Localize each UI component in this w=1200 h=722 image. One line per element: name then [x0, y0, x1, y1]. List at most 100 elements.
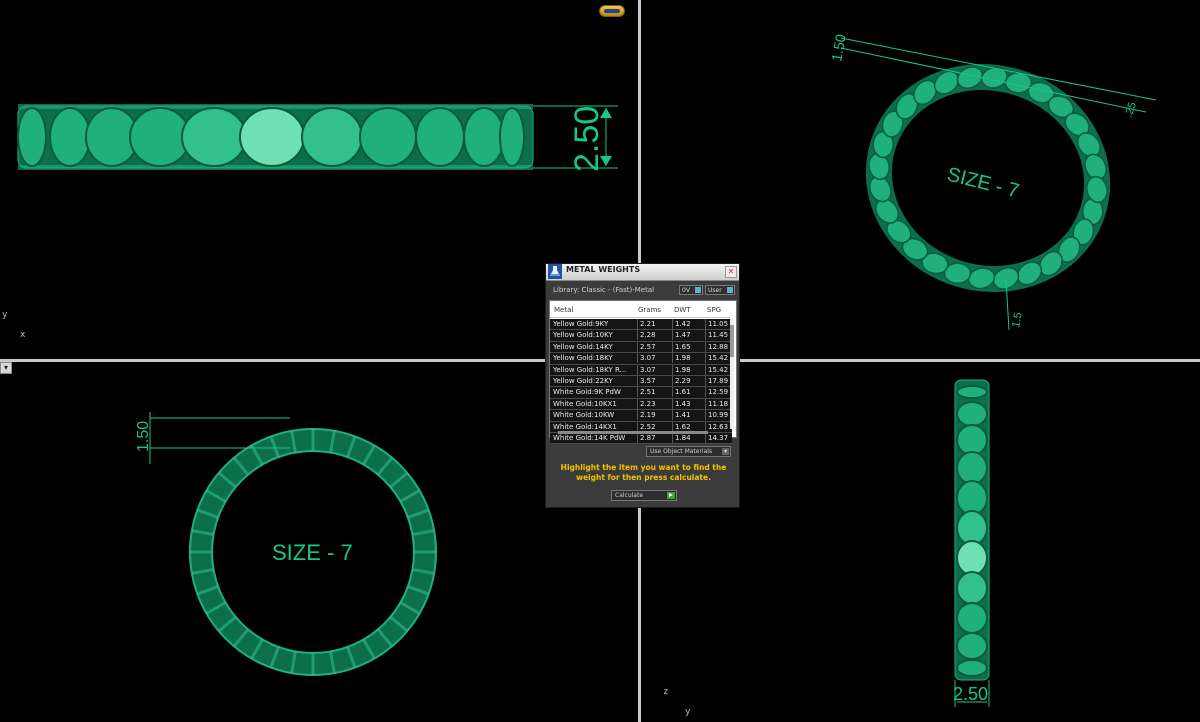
stone-seat — [301, 107, 363, 167]
toggle-0v[interactable]: 0V — [679, 285, 703, 295]
stone-seat — [17, 107, 47, 167]
stone-seat — [956, 480, 988, 516]
stone-seat — [956, 571, 988, 605]
column-header-spg[interactable]: SPG — [707, 306, 721, 314]
stone-seat — [956, 659, 988, 677]
table-row[interactable]: Yellow Gold:14KY 2.57 1.65 12.88 — [550, 341, 732, 354]
stone-seat — [49, 107, 91, 167]
dialog-title: METAL WEIGHTS — [566, 265, 641, 274]
close-icon[interactable]: ✕ — [725, 266, 737, 278]
cell-dwt: 1.98 — [672, 353, 705, 364]
cell-metal: Yellow Gold:9KY — [553, 320, 609, 328]
dimension-label: 1.5 — [1010, 311, 1024, 328]
vertical-scrollbar[interactable] — [730, 319, 734, 429]
dimension-label: 1.50 — [135, 421, 152, 452]
play-icon — [667, 492, 675, 499]
app-logo-badge — [599, 5, 625, 17]
cell-metal: Yellow Gold:18KY — [553, 354, 613, 363]
cell-dwt: 1.43 — [672, 398, 705, 409]
dimension-label: 1.50 — [828, 33, 849, 63]
cell-dwt: 2.29 — [672, 375, 705, 386]
size-label: SIZE - 7 — [945, 164, 1022, 203]
cell-dwt: 1.84 — [672, 432, 705, 443]
stone-seat — [499, 107, 525, 167]
library-label: Library: Classic - (Fast)-Metal — [553, 286, 655, 294]
stone-seat — [956, 385, 988, 399]
flask-icon — [548, 264, 562, 279]
dimension-label: 2.50 — [953, 684, 988, 704]
stone-seat — [956, 632, 988, 660]
axis-triad — [0, 680, 40, 720]
object-materials-select[interactable]: Use Object Materials ▾ — [646, 446, 731, 457]
stone-seat — [463, 107, 505, 167]
stone-seat — [181, 107, 247, 167]
table-row[interactable]: Yellow Gold:10KY 2.28 1.47 11.45 — [550, 330, 732, 342]
cell-metal: Yellow Gold:18KY R... — [553, 365, 627, 374]
dimension-line — [840, 47, 1147, 113]
column-header-grams[interactable]: Grams — [638, 306, 661, 314]
cell-metal: White Gold:9K PdW — [553, 388, 621, 397]
toggle-user[interactable]: User — [705, 285, 735, 295]
table-row[interactable]: White Gold:9K PdW 2.51 1.61 12.59 — [550, 387, 732, 399]
chevron-down-icon: ▾ — [722, 448, 729, 455]
cell-grams: 2.57 — [637, 341, 672, 352]
cell-grams: 2.87 — [637, 432, 672, 443]
table-row[interactable]: White Gold:10KX1 2.23 1.43 11.18 — [550, 398, 732, 411]
stone-seat — [956, 510, 988, 546]
table-row[interactable]: White Gold:14K PdW 2.87 1.84 14.37 — [550, 432, 732, 445]
cell-grams: 3.57 — [637, 375, 672, 386]
ring-front-view: 1.50 SIZE - 7 — [135, 412, 437, 676]
cell-grams: 2.28 — [637, 330, 672, 341]
stone-seat — [956, 451, 988, 485]
cell-grams: 2.21 — [637, 319, 672, 329]
cell-metal: Yellow Gold:10KY — [553, 331, 613, 340]
stone-seat — [359, 107, 417, 167]
cell-metal: White Gold:14K PdW — [553, 433, 626, 442]
cell-dwt: 1.98 — [672, 364, 705, 375]
horizontal-scrollbar[interactable] — [558, 431, 708, 434]
stone-seat — [956, 540, 988, 576]
stone-seat — [956, 602, 988, 634]
table-row[interactable]: Yellow Gold:22KY 3.57 2.29 17.89 — [550, 375, 732, 388]
table-row[interactable]: Yellow Gold:18KY R... 3.07 1.98 15.42 — [550, 364, 732, 376]
ring-side-view: 2.50 — [17, 104, 618, 172]
table-row[interactable]: White Gold:10KW 2.19 1.41 10.99 — [550, 410, 732, 422]
table-row[interactable]: Yellow Gold:9KY 2.21 1.42 11.05 — [550, 319, 732, 331]
cell-dwt: 1.61 — [672, 387, 705, 398]
cell-metal: White Gold:10KW — [553, 411, 615, 420]
dialog-title-bar[interactable]: METAL WEIGHTS ✕ — [546, 264, 739, 281]
axis-triad: y x — [2, 310, 26, 340]
column-header-metal[interactable]: Metal — [554, 306, 573, 314]
dimension-label: .25 — [1123, 101, 1140, 119]
cell-dwt: 1.65 — [672, 341, 705, 352]
metal-table: Metal Grams DWT SPG Yellow Gold:9KY 2.21 1… — [549, 300, 737, 445]
cell-grams: 3.07 — [637, 353, 672, 364]
viewport-menu-button[interactable]: ▾ — [0, 362, 12, 374]
stone-seat — [415, 107, 465, 167]
column-header-dwt[interactable]: DWT — [674, 306, 691, 314]
metal-weights-dialog: METAL WEIGHTS ✕ Library: Classic - (Fast… — [545, 263, 740, 508]
cell-dwt: 1.47 — [672, 330, 705, 341]
instruction-text: Highlight the item you want to find the … — [560, 463, 727, 482]
stone-seat — [956, 424, 988, 456]
viewport-bottom-left[interactable]: 1.50 SIZE - 7 — [0, 362, 638, 722]
cell-metal: White Gold:10KX1 — [553, 399, 617, 408]
cell-grams: 2.51 — [637, 387, 672, 398]
cell-grams: 2.23 — [637, 398, 672, 409]
viewport-top-left[interactable]: 2.50 y x — [0, 0, 638, 359]
stone-seat — [239, 107, 305, 167]
cell-dwt: 1.41 — [672, 410, 705, 421]
table-row[interactable]: Yellow Gold:18KY 3.07 1.98 15.42 — [550, 353, 732, 365]
axis-triad: z y — [663, 687, 691, 717]
cell-metal: Yellow Gold:22KY — [553, 376, 613, 385]
stone-seat — [956, 401, 988, 427]
table-rows: Yellow Gold:9KY 2.21 1.42 11.05 Yellow Gold:… — [550, 319, 732, 445]
dimension-label: 2.50 — [568, 106, 606, 172]
cell-spg: 14.37 — [705, 432, 736, 443]
cell-grams: 2.19 — [637, 410, 672, 421]
size-label: SIZE - 7 — [272, 540, 353, 565]
table-header: Metal Grams DWT SPG — [550, 301, 730, 318]
cell-dwt: 1.42 — [672, 319, 705, 329]
cell-metal: Yellow Gold:14KY — [553, 342, 613, 351]
calculate-button[interactable]: Calculate — [611, 490, 677, 501]
